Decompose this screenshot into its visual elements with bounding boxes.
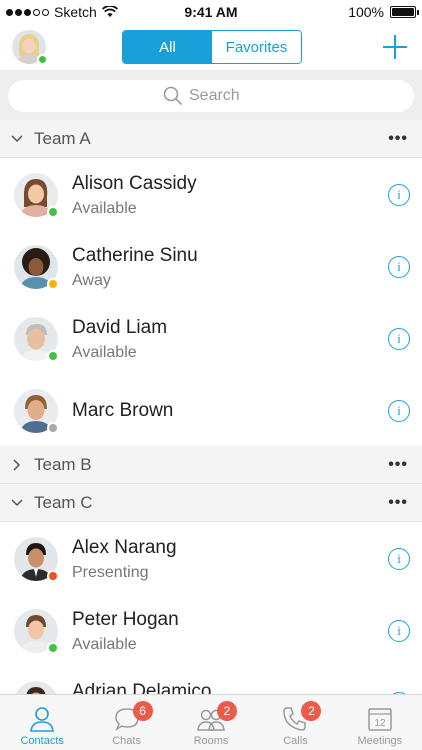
more-options-icon[interactable]: ••• [388,130,408,148]
more-options-icon[interactable]: ••• [388,494,408,512]
info-icon[interactable]: i [388,620,410,642]
search-icon [163,86,183,106]
contact-status: Available [72,200,137,217]
contact-status: Available [72,636,137,653]
contact-status: Available [72,344,137,361]
search-input[interactable] [189,87,259,105]
contact-status: Away [72,272,111,289]
contact-avatar [14,245,59,290]
contact-name: Marc Brown [72,400,174,421]
tab-label: Chats [112,735,141,747]
contact-row[interactable]: Peter Hogan Available i [0,595,422,667]
status-bar: Sketch 9:41 AM 100% [0,0,422,24]
top-bar: All Favorites [0,24,422,70]
info-icon[interactable]: i [388,548,410,570]
contact-row[interactable]: Alison Cassidy Available i [0,159,422,231]
presence-dot [47,642,59,654]
person-icon [30,707,55,732]
group-header-team-a[interactable]: Team A ••• [0,120,422,158]
chevron-down-icon [0,498,34,508]
contact-avatar [14,317,59,362]
contact-name: Peter Hogan [72,609,179,630]
battery-percent: 100% [348,4,384,20]
chevron-right-icon [0,458,34,472]
info-icon[interactable]: i [388,184,410,206]
contact-row[interactable]: David Liam Available i [0,303,422,375]
tab-calls[interactable]: 2 Calls [253,695,337,750]
group-name: Team B [34,454,92,474]
unread-badge: 2 [301,701,322,721]
contact-name: Catherine Sinu [72,245,198,266]
status-right: 100% [348,4,419,20]
contact-avatar [14,609,59,654]
chevron-down-icon [0,134,34,144]
presence-dot [47,350,59,362]
tab-label: Rooms [193,735,229,747]
filter-segmented-control: All Favorites [122,30,302,64]
contact-row[interactable]: Alex Narang Presenting i [0,523,422,595]
tab-bar: Contacts 6 Chats 2 Rooms 2 Calls 12 Meet… [0,694,422,750]
contact-row[interactable]: Marc Brown i [0,375,422,447]
contact-row[interactable]: Catherine Sinu Away i [0,231,422,303]
contact-status: Presenting [72,564,149,581]
battery-icon [390,6,419,18]
tab-label: Meetings [357,735,403,747]
segment-favorites[interactable]: Favorites [212,31,301,63]
segment-all[interactable]: All [123,31,212,63]
tab-label: Calls [283,735,308,747]
calendar-day: 12 [374,718,386,729]
info-icon[interactable]: i [388,256,410,278]
tab-meetings[interactable]: 12 Meetings [338,695,422,750]
tab-label: Contacts [20,735,64,747]
my-avatar[interactable] [12,30,48,65]
presence-dot [47,570,59,582]
presence-dot [47,278,59,290]
tab-rooms[interactable]: 2 Rooms [169,695,253,750]
search-area [0,70,422,120]
contact-avatar [14,389,59,434]
contact-name: Alison Cassidy [72,173,197,194]
more-options-icon[interactable]: ••• [388,456,408,474]
contact-avatar [14,537,59,582]
tab-chats[interactable]: 6 Chats [84,695,168,750]
search-field[interactable] [8,80,414,112]
unread-badge: 2 [217,701,238,721]
group-name: Team A [34,128,91,148]
group-header-team-c[interactable]: Team C ••• [0,484,422,522]
info-icon[interactable]: i [388,400,410,422]
contact-avatar [14,173,59,218]
group-header-team-b[interactable]: Team B ••• [0,446,422,484]
calendar-icon: 12 [368,708,392,731]
presence-dot [37,54,48,65]
tab-contacts[interactable]: Contacts [0,695,84,750]
presence-dot [47,422,59,434]
info-icon[interactable]: i [388,328,410,350]
contact-name: Alex Narang [72,537,177,558]
group-name: Team C [34,492,93,512]
presence-dot [47,206,59,218]
contact-name: David Liam [72,317,168,338]
unread-badge: 6 [132,701,153,721]
add-contact-button[interactable] [382,34,408,60]
